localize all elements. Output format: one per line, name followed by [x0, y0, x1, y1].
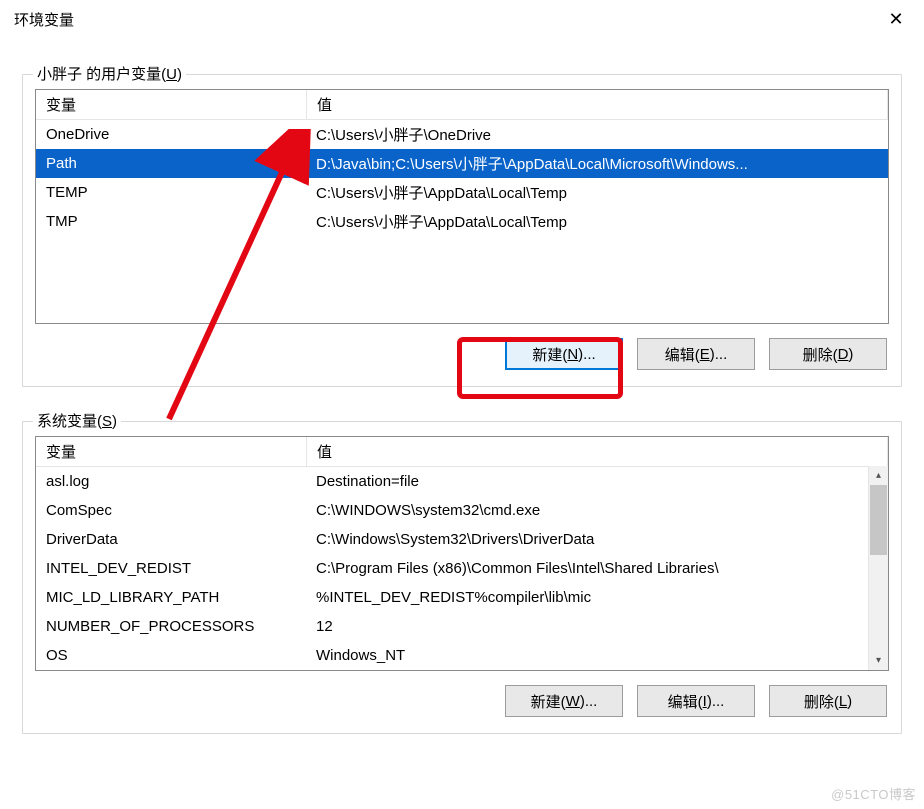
- cell-variable: asl.log: [36, 473, 306, 490]
- cell-variable: TMP: [36, 213, 306, 230]
- table-row[interactable]: MIC_LD_LIBRARY_PATH%INTEL_DEV_REDIST%com…: [36, 583, 869, 612]
- user-new-button[interactable]: 新建(N)...: [505, 338, 623, 370]
- user-variables-list[interactable]: 变量 值 OneDriveC:\Users\小胖子\OneDrivePathD:…: [35, 89, 889, 324]
- system-new-button[interactable]: 新建(W)...: [505, 685, 623, 717]
- table-row[interactable]: DriverDataC:\Windows\System32\Drivers\Dr…: [36, 525, 869, 554]
- table-row[interactable]: INTEL_DEV_REDISTC:\Program Files (x86)\C…: [36, 554, 869, 583]
- list-header[interactable]: 变量 值: [36, 437, 888, 467]
- user-edit-button[interactable]: 编辑(E)...: [637, 338, 755, 370]
- watermark: @51CTO博客: [831, 784, 916, 803]
- table-row[interactable]: PathD:\Java\bin;C:\Users\小胖子\AppData\Loc…: [36, 149, 888, 178]
- header-value[interactable]: 值: [307, 90, 888, 119]
- cell-value: C:\Users\小胖子\OneDrive: [306, 124, 888, 145]
- cell-variable: OS: [36, 647, 306, 664]
- cell-variable: INTEL_DEV_REDIST: [36, 560, 306, 577]
- cell-value: C:\Windows\System32\Drivers\DriverData: [306, 531, 869, 548]
- table-row[interactable]: ComSpecC:\WINDOWS\system32\cmd.exe: [36, 496, 869, 525]
- titlebar: 环境变量 ✕: [0, 0, 924, 38]
- cell-value: Destination=file: [306, 473, 869, 490]
- system-delete-button[interactable]: 删除(L): [769, 685, 887, 717]
- close-icon[interactable]: ✕: [880, 9, 912, 30]
- table-row[interactable]: NUMBER_OF_PROCESSORS12: [36, 612, 869, 641]
- user-variables-group: 小胖子 的用户变量(U) 变量 值 OneDriveC:\Users\小胖子\O…: [22, 74, 902, 387]
- cell-value: D:\Java\bin;C:\Users\小胖子\AppData\Local\M…: [306, 153, 888, 174]
- table-row[interactable]: TMPC:\Users\小胖子\AppData\Local\Temp: [36, 207, 888, 236]
- cell-value: Windows_NT: [306, 647, 869, 664]
- system-group-label: 系统变量(S): [33, 410, 121, 431]
- table-row[interactable]: asl.logDestination=file: [36, 467, 869, 496]
- window-title: 环境变量: [14, 9, 74, 30]
- cell-value: C:\Users\小胖子\AppData\Local\Temp: [306, 211, 888, 232]
- table-row[interactable]: OSWindows_NT: [36, 641, 869, 670]
- user-button-row: 新建(N)... 编辑(E)... 删除(D): [35, 338, 889, 370]
- header-value[interactable]: 值: [307, 437, 888, 466]
- cell-value: C:\WINDOWS\system32\cmd.exe: [306, 502, 869, 519]
- scroll-thumb[interactable]: [870, 485, 887, 555]
- cell-value: 12: [306, 618, 869, 635]
- table-row[interactable]: TEMPC:\Users\小胖子\AppData\Local\Temp: [36, 178, 888, 207]
- table-row[interactable]: OneDriveC:\Users\小胖子\OneDrive: [36, 120, 888, 149]
- list-header[interactable]: 变量 值: [36, 90, 888, 120]
- cell-variable: TEMP: [36, 184, 306, 201]
- scroll-down-icon[interactable]: ▾: [869, 651, 888, 670]
- system-edit-button[interactable]: 编辑(I)...: [637, 685, 755, 717]
- cell-variable: DriverData: [36, 531, 306, 548]
- cell-variable: OneDrive: [36, 126, 306, 143]
- cell-variable: MIC_LD_LIBRARY_PATH: [36, 589, 306, 606]
- cell-variable: NUMBER_OF_PROCESSORS: [36, 618, 306, 635]
- cell-variable: ComSpec: [36, 502, 306, 519]
- scroll-up-icon[interactable]: ▴: [869, 466, 888, 485]
- cell-value: C:\Program Files (x86)\Common Files\Inte…: [306, 560, 869, 577]
- system-variables-group: 系统变量(S) 变量 值 asl.logDestination=fileComS…: [22, 421, 902, 734]
- header-variable[interactable]: 变量: [36, 90, 307, 119]
- user-delete-button[interactable]: 删除(D): [769, 338, 887, 370]
- scrollbar[interactable]: ▴ ▾: [868, 466, 888, 670]
- user-group-label: 小胖子 的用户变量(U): [33, 63, 186, 84]
- system-variables-list[interactable]: 变量 值 asl.logDestination=fileComSpecC:\WI…: [35, 436, 889, 671]
- dialog-content: 小胖子 的用户变量(U) 变量 值 OneDriveC:\Users\小胖子\O…: [0, 38, 924, 738]
- cell-value: %INTEL_DEV_REDIST%compiler\lib\mic: [306, 589, 869, 606]
- system-button-row: 新建(W)... 编辑(I)... 删除(L): [35, 685, 889, 717]
- cell-variable: Path: [36, 155, 306, 172]
- header-variable[interactable]: 变量: [36, 437, 307, 466]
- cell-value: C:\Users\小胖子\AppData\Local\Temp: [306, 182, 888, 203]
